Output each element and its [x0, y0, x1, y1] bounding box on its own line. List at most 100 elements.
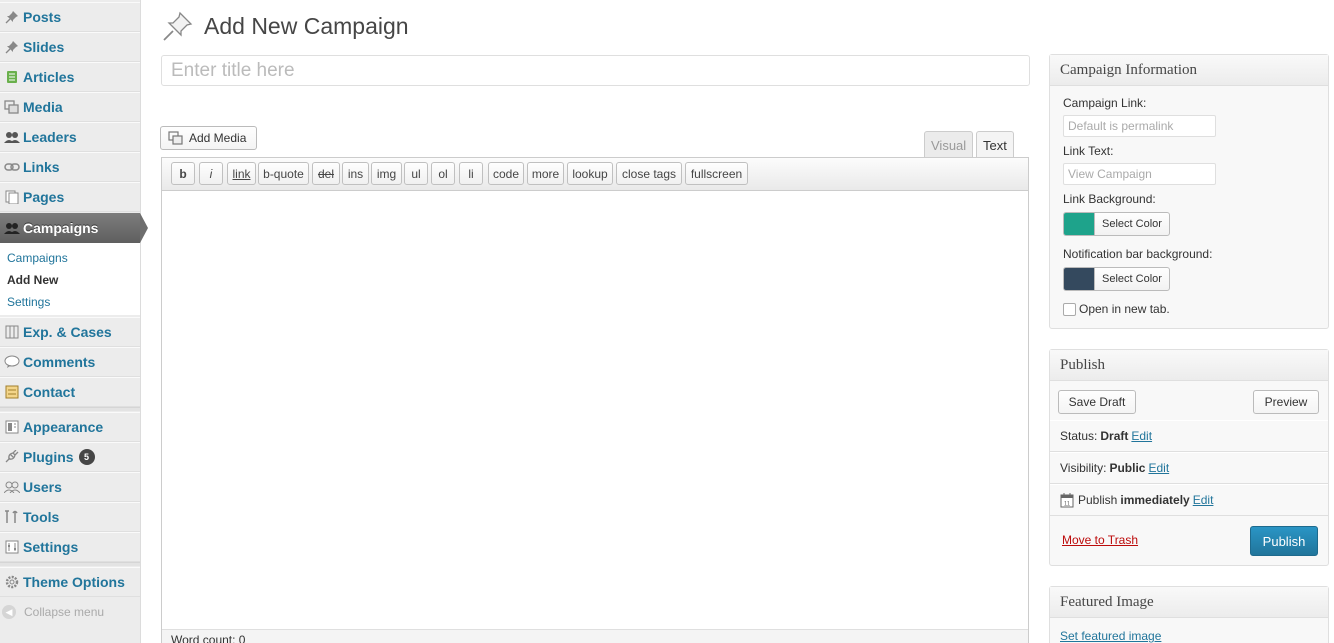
- publish-button[interactable]: Publish: [1250, 526, 1318, 556]
- sidebar-item-label: Slides: [23, 39, 65, 55]
- qt-img-button[interactable]: img: [371, 162, 402, 185]
- sidebar-item-articles[interactable]: Articles: [0, 62, 140, 92]
- tab-visual[interactable]: Visual: [924, 131, 974, 158]
- link-background-label: Link Background:: [1063, 192, 1156, 206]
- users-icon: [3, 220, 21, 236]
- sidebar-item-label: Posts: [23, 9, 62, 25]
- qt-lookup-button[interactable]: lookup: [567, 162, 613, 185]
- submenu-item-settings[interactable]: Settings: [7, 295, 50, 309]
- featured-image-heading[interactable]: Featured Image: [1050, 587, 1328, 618]
- link-text-input[interactable]: [1063, 163, 1216, 185]
- word-count: Word count: 0: [162, 629, 1028, 643]
- qt-code-button[interactable]: code: [488, 162, 524, 185]
- sidebar-item-label: Appearance: [23, 419, 104, 435]
- sidebar-item-appearance[interactable]: Appearance: [0, 412, 140, 442]
- set-featured-image-link[interactable]: Set featured image: [1060, 629, 1161, 643]
- page-header: Add New Campaign: [162, 10, 409, 42]
- add-media-button[interactable]: Add Media: [160, 126, 258, 150]
- color-swatch: [1064, 268, 1095, 290]
- calendar-icon: 11: [1060, 492, 1074, 508]
- collapse-arrow-icon: ◀: [2, 605, 16, 619]
- sidebar-item-label: Exp. & Cases: [23, 324, 112, 340]
- notification-bar-label: Notification bar background:: [1063, 247, 1213, 261]
- publish-box: Publish Save Draft Preview Status: Draft…: [1049, 349, 1329, 566]
- save-draft-button[interactable]: Save Draft: [1058, 390, 1136, 414]
- schedule-row: 11 Publish immediately Edit: [1050, 484, 1328, 516]
- qt-ins-button[interactable]: ins: [342, 162, 369, 185]
- qt-bquote-button[interactable]: b-quote: [258, 162, 309, 185]
- tab-text[interactable]: Text: [976, 131, 1014, 158]
- featured-image-box: Featured Image Set featured image: [1049, 586, 1329, 643]
- link-text-label: Link Text:: [1063, 144, 1114, 158]
- qt-italic-button[interactable]: i: [199, 162, 223, 185]
- campaign-information-heading[interactable]: Campaign Information: [1050, 55, 1328, 86]
- qt-ol-button[interactable]: ol: [431, 162, 455, 185]
- select-color-label: Select Color: [1102, 273, 1162, 285]
- visibility-label: Visibility:: [1060, 461, 1107, 475]
- link-icon: [3, 159, 21, 175]
- sidebar-item-links[interactable]: Links: [0, 152, 140, 182]
- campaign-link-input[interactable]: [1063, 115, 1216, 137]
- sidebar-item-leaders[interactable]: Leaders: [0, 122, 140, 152]
- edit-status-link[interactable]: Edit: [1131, 429, 1152, 443]
- sidebar-item-label: Theme Options: [23, 574, 125, 590]
- title-input[interactable]: [161, 55, 1030, 86]
- sidebar-item-posts[interactable]: Posts: [0, 2, 140, 32]
- sidebar-item-contact[interactable]: Contact: [0, 377, 140, 407]
- qt-fullscreen-button[interactable]: fullscreen: [685, 162, 748, 185]
- users-icon: [3, 479, 21, 495]
- sidebar-item-label: Articles: [23, 69, 75, 85]
- sidebar-item-label: Plugins: [23, 449, 74, 465]
- submenu-item-add-new[interactable]: Add New: [7, 273, 58, 287]
- qt-link-button[interactable]: link: [227, 162, 256, 185]
- qt-more-button[interactable]: more: [527, 162, 564, 185]
- media-icon: [168, 131, 184, 145]
- collapse-menu-label: Collapse menu: [24, 605, 105, 619]
- qt-ul-button[interactable]: ul: [404, 162, 428, 185]
- campaign-information-box: Campaign Information Campaign Link: Link…: [1049, 54, 1329, 329]
- notification-bar-color-picker[interactable]: Select Color: [1063, 267, 1170, 291]
- sidebar-item-tools[interactable]: Tools: [0, 502, 140, 532]
- schedule-value: immediately: [1120, 493, 1190, 507]
- preview-button[interactable]: Preview: [1253, 390, 1319, 414]
- status-label: Status:: [1060, 429, 1098, 443]
- edit-schedule-link[interactable]: Edit: [1193, 493, 1214, 507]
- sidebar-item-slides[interactable]: Slides: [0, 32, 140, 62]
- sidebar-item-theme-options[interactable]: Theme Options: [0, 567, 140, 597]
- gear-icon: [3, 574, 21, 590]
- sidebar-item-label: Users: [23, 479, 62, 495]
- quicktags-toolbar: b i link b-quote del ins img ul ol li co…: [162, 158, 1028, 191]
- move-to-trash-link[interactable]: Move to Trash: [1062, 533, 1138, 547]
- sidebar-item-pages[interactable]: Pages: [0, 182, 140, 212]
- sidebar-item-label: Pages: [23, 189, 65, 205]
- edit-visibility-link[interactable]: Edit: [1148, 461, 1169, 475]
- checkbox-icon[interactable]: [1063, 302, 1076, 316]
- sidebar-item-users[interactable]: Users: [0, 472, 140, 502]
- sidebar-item-campaigns[interactable]: Campaigns: [0, 213, 148, 243]
- sidebar-item-label: Links: [23, 159, 60, 175]
- tools-icon: [3, 509, 21, 525]
- content-editor[interactable]: b i link b-quote del ins img ul ol li co…: [161, 157, 1029, 643]
- sidebar-item-exp-cases[interactable]: Exp. & Cases: [0, 317, 140, 347]
- settings-icon: [3, 539, 21, 555]
- visibility-row: Visibility: Public Edit: [1050, 452, 1328, 484]
- open-new-tab-checkbox[interactable]: Open in new tab.: [1063, 302, 1170, 316]
- status-row: Status: Draft Edit: [1050, 420, 1328, 452]
- admin-sidebar: Posts Slides Articles Media Leaders Link…: [0, 0, 148, 643]
- sidebar-item-comments[interactable]: Comments: [0, 347, 140, 377]
- collapse-menu-button[interactable]: ◀ Collapse menu: [2, 605, 104, 619]
- open-new-tab-label: Open in new tab.: [1079, 302, 1170, 316]
- sidebar-item-plugins[interactable]: Plugins 5: [0, 442, 140, 472]
- sidebar-item-settings[interactable]: Settings: [0, 532, 140, 562]
- articles-icon: [3, 69, 21, 85]
- qt-close-tags-button[interactable]: close tags: [616, 162, 682, 185]
- sidebar-item-media[interactable]: Media: [0, 92, 140, 122]
- campaign-link-label: Campaign Link:: [1063, 96, 1147, 110]
- visibility-value: Public: [1109, 461, 1146, 475]
- qt-bold-button[interactable]: b: [171, 162, 195, 185]
- link-background-color-picker[interactable]: Select Color: [1063, 212, 1170, 236]
- submenu-item-campaigns[interactable]: Campaigns: [7, 251, 68, 265]
- qt-del-button[interactable]: del: [312, 162, 340, 185]
- qt-li-button[interactable]: li: [459, 162, 483, 185]
- publish-heading[interactable]: Publish: [1050, 350, 1328, 381]
